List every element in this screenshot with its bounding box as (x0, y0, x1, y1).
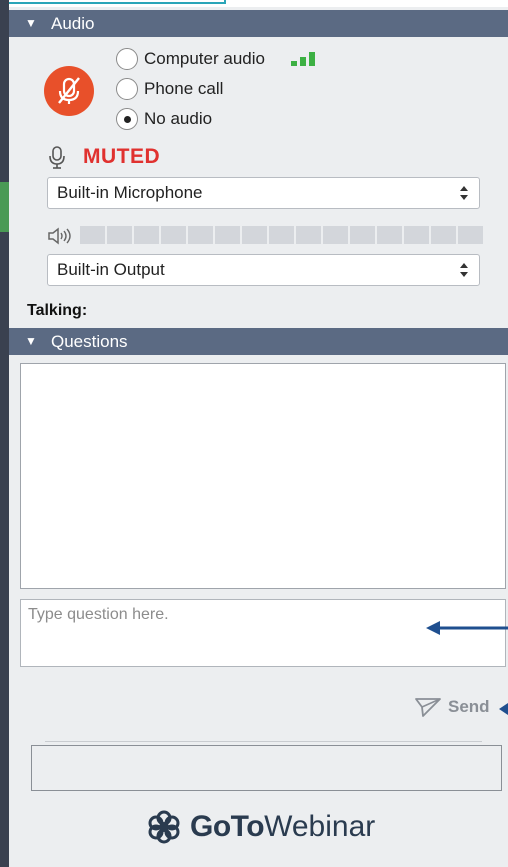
mute-microphone-button[interactable] (44, 66, 94, 116)
no-audio-radio[interactable] (116, 108, 138, 130)
gotowebinar-logo: GoToWebinar (146, 806, 375, 848)
collapse-triangle-icon: ▼ (25, 16, 37, 30)
phone-call-label: Phone call (144, 79, 224, 98)
speaker-level-meter (80, 226, 483, 244)
questions-header-label: Questions (51, 332, 128, 351)
annotation-arrow (499, 703, 508, 715)
left-edge-indicator (0, 182, 9, 232)
no-audio-label: No audio (144, 109, 213, 128)
questions-section-header[interactable]: ▼ Questions (9, 328, 508, 355)
output-select[interactable]: Built-in Output (47, 254, 480, 286)
microphone-select-value: Built-in Microphone (57, 183, 203, 202)
muted-microphone-icon (58, 77, 80, 104)
select-arrows-icon (460, 263, 468, 277)
annotation-arrow (426, 621, 508, 635)
send-label: Send (448, 697, 490, 716)
output-select-value: Built-in Output (57, 260, 165, 279)
divider (45, 741, 482, 742)
send-button[interactable]: Send (414, 694, 490, 720)
questions-log[interactable] (20, 363, 506, 589)
signal-strength-icon (291, 52, 315, 66)
gotowebinar-flower-icon (148, 810, 180, 844)
microphone-select[interactable]: Built-in Microphone (47, 177, 480, 209)
logo-goto-text: GoTo (190, 810, 265, 843)
collapse-triangle-icon: ▼ (25, 334, 37, 348)
computer-audio-radio[interactable] (116, 48, 138, 70)
computer-audio-label: Computer audio (144, 49, 265, 68)
top-accent-line (0, 0, 226, 4)
logo-webinar-text: Webinar (264, 810, 376, 843)
speaker-icon (48, 227, 71, 245)
talking-label: Talking: (27, 302, 88, 319)
phone-call-radio[interactable] (116, 78, 138, 100)
audio-section-header[interactable]: ▼ Audio (9, 10, 508, 37)
radio-selected-dot (124, 116, 131, 123)
microphone-icon (49, 146, 65, 169)
muted-status: MUTED (83, 145, 161, 168)
audio-header-label: Audio (51, 14, 95, 33)
left-window-edge (0, 0, 9, 867)
send-icon (415, 698, 441, 717)
select-arrows-icon (460, 186, 468, 200)
status-box (31, 745, 502, 791)
